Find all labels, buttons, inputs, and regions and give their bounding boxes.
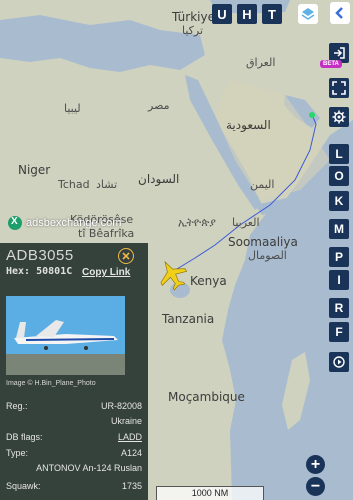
country-value: Ukraine [110, 416, 142, 426]
panel-callsign: ADB3055 [6, 247, 74, 264]
label-ethiopia-sub: العربيا [232, 216, 260, 229]
label-libya: ليبيا [64, 102, 81, 115]
type-name: ANTONOV An-124 Ruslan [36, 463, 142, 473]
label-somalia: Soomaaliya [228, 235, 298, 249]
type-label: Type: [6, 448, 29, 458]
reg-value: UR-82008 [100, 401, 142, 411]
label-niger: Niger [18, 163, 51, 177]
image-credit: Image © H.Bin_Plane_Photo [6, 380, 96, 387]
toggle-f-button[interactable]: F [329, 322, 349, 342]
watermark: X adsbexchange.com [8, 216, 121, 230]
replay-button[interactable] [329, 352, 349, 372]
fullscreen-icon [332, 81, 346, 95]
fullscreen-button[interactable] [329, 78, 349, 98]
toggle-k-button[interactable]: K [329, 191, 349, 211]
label-chad-ar: تشاد [96, 178, 118, 191]
label-turkiye: Türkiye [172, 10, 215, 24]
label-sudan: السودان [138, 172, 180, 186]
squawk-label: Squawk: [6, 481, 41, 491]
dbflags-value[interactable]: LADD [118, 432, 142, 442]
squawk-value: 1735 [121, 481, 142, 491]
replay-icon [333, 356, 345, 368]
login-icon [334, 47, 345, 59]
scale-label: 1000 NM [191, 488, 229, 498]
beta-badge: BETA [320, 60, 342, 68]
label-chad: Tchad [58, 178, 90, 191]
label-yemen: اليمن [250, 178, 275, 191]
toggle-p-button[interactable]: P [329, 247, 349, 267]
label-mocambique: Moçambique [168, 390, 245, 404]
toggle-r-button[interactable]: R [329, 298, 349, 318]
label-tanzania: Tanzania [162, 312, 215, 326]
aircraft-photo[interactable] [6, 296, 125, 375]
scale-bar: 1000 NM [156, 486, 264, 500]
toggle-m-button[interactable]: M [329, 219, 349, 239]
type-value: A124 [120, 448, 142, 458]
hex-value: 50801C [36, 266, 73, 277]
gear-icon [332, 110, 346, 124]
toggle-h-button[interactable]: H [237, 4, 257, 24]
hex-label: Hex: [6, 266, 31, 277]
toggle-l-button[interactable]: L [329, 144, 349, 164]
toggle-u-button[interactable]: U [212, 4, 232, 24]
copy-link-link[interactable]: Copy Link [82, 267, 130, 278]
adsbx-logo-icon: X [8, 216, 22, 230]
collapse-sidebar-button[interactable] [330, 2, 350, 24]
zoom-in-button[interactable]: + [306, 455, 325, 474]
close-icon [122, 252, 130, 260]
layers-button[interactable] [298, 4, 318, 24]
toggle-i-button[interactable]: I [329, 270, 349, 290]
label-somalia-ar: الصومال [248, 249, 287, 262]
layers-icon [301, 8, 315, 20]
label-egypt: مصر [148, 99, 170, 112]
dbflags-label: DB flags: [6, 432, 43, 442]
reg-label: Reg.: [6, 401, 28, 411]
toggle-t-button[interactable]: T [262, 4, 282, 24]
settings-button[interactable] [329, 107, 349, 127]
label-ethiopia: ኢትዮጵያ [178, 216, 216, 229]
label-turkiye-ar: تركيا [182, 24, 204, 37]
toggle-o-button[interactable]: O [329, 166, 349, 186]
chevron-left-icon [335, 7, 343, 19]
aircraft-info-panel: ADB3055 Hex: 50801C Copy Link Image © H.… [0, 243, 148, 500]
label-iraq: العراق [246, 56, 276, 69]
zoom-out-button[interactable]: − [306, 477, 325, 496]
close-panel-button[interactable] [118, 248, 134, 264]
label-kenya: Kenya [190, 274, 227, 288]
label-saudi: السعودية [226, 118, 271, 132]
